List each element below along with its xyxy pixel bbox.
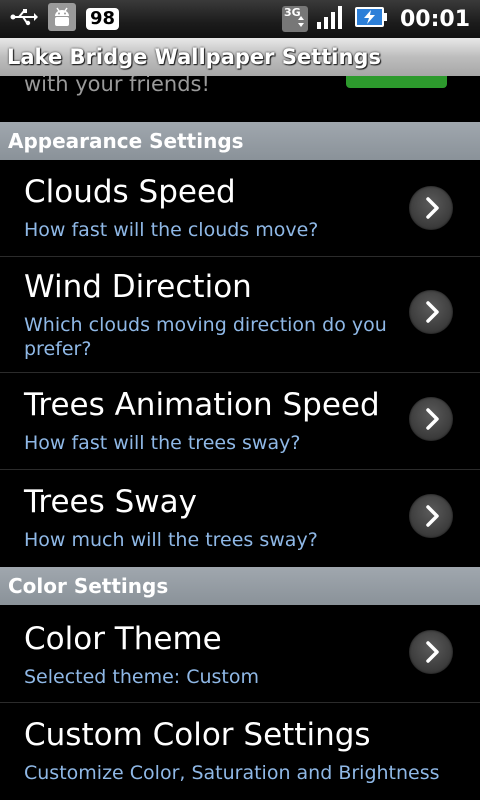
android-debug-icon: [48, 3, 76, 35]
title-bar: Lake Bridge Wallpaper Settings: [0, 38, 480, 76]
pref-item-summary: How fast will the clouds move?: [24, 219, 319, 241]
pref-item-summary: Selected theme: Custom: [24, 666, 260, 688]
pref-item-custom-color-settings[interactable]: Custom Color Settings Customize Color, S…: [0, 703, 480, 800]
partial-item-summary: with your friends!: [24, 76, 210, 96]
pref-item-summary: Customize Color, Saturation and Brightne…: [24, 762, 440, 784]
pref-item-summary: How fast will the trees sway?: [24, 432, 301, 454]
battery-charging-icon: [354, 4, 388, 34]
pref-item-trees-animation-speed[interactable]: Trees Animation Speed How fast will the …: [0, 373, 480, 470]
section-header-appearance: Appearance Settings: [0, 122, 480, 160]
3g-icon: 3G: [281, 6, 308, 32]
pref-item-title: Wind Direction: [24, 269, 252, 305]
pref-item-title: Trees Sway: [24, 484, 197, 520]
status-clock: 00:01: [399, 6, 470, 32]
partial-preference-item[interactable]: with your friends!: [0, 76, 480, 122]
notification-count-badge: 98: [86, 8, 120, 30]
pref-item-clouds-speed[interactable]: Clouds Speed How fast will the clouds mo…: [0, 160, 480, 257]
pref-item-trees-sway[interactable]: Trees Sway How much will the trees sway?: [0, 470, 480, 567]
pref-item-summary: Which clouds moving direction do you pre…: [24, 314, 387, 360]
status-bar-right: 3G 00:01: [281, 4, 470, 34]
section-header-color: Color Settings: [0, 567, 480, 605]
pref-item-title: Clouds Speed: [24, 174, 236, 210]
partial-share-button[interactable]: [346, 76, 447, 88]
page-title: Lake Bridge Wallpaper Settings: [7, 45, 381, 69]
usb-icon: [10, 7, 38, 31]
status-bar: 98 3G 00:01: [0, 0, 480, 38]
chevron-right-icon[interactable]: [409, 397, 453, 441]
chevron-right-icon[interactable]: [409, 290, 453, 334]
pref-item-summary: How much will the trees sway?: [24, 529, 318, 551]
pref-item-color-theme[interactable]: Color Theme Selected theme: Custom: [0, 605, 480, 703]
pref-item-wind-direction[interactable]: Wind Direction Which clouds moving direc…: [0, 257, 480, 373]
chevron-right-icon[interactable]: [409, 630, 453, 674]
status-bar-left: 98: [10, 3, 120, 35]
signal-icon: [316, 4, 346, 34]
chevron-right-icon[interactable]: [409, 494, 453, 538]
pref-item-title: Color Theme: [24, 621, 222, 657]
pref-item-title: Trees Animation Speed: [24, 387, 380, 423]
pref-item-title: Custom Color Settings: [24, 717, 371, 753]
chevron-right-icon[interactable]: [409, 186, 453, 230]
